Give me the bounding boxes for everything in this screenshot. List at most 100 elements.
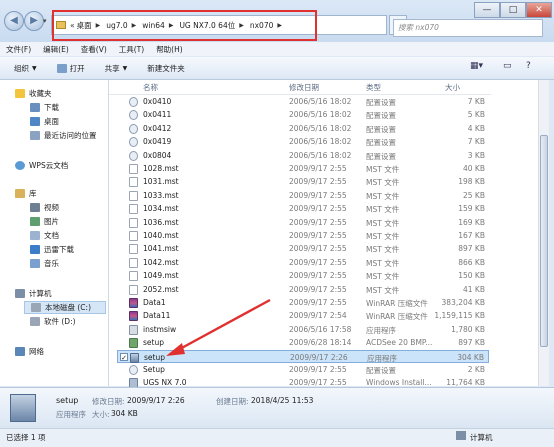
table-row[interactable]: 0x0411 2006/5/16 18:02 配置设置 5 KB [117, 108, 489, 121]
nav-favorites[interactable]: 收藏夹 [15, 88, 52, 99]
document-icon [30, 231, 40, 240]
nav-xunlei[interactable]: 迅雷下载 [30, 244, 74, 255]
table-row[interactable]: instmsiw 2006/5/16 17:58 应用程序 1,780 KB [117, 323, 489, 336]
open-button[interactable]: 打开 [56, 63, 85, 74]
table-row[interactable]: Setup 2009/9/17 2:55 配置设置 2 KB [117, 363, 489, 376]
breadcrumb-win64[interactable]: win64 ▶ [142, 21, 177, 30]
nav-downloads[interactable]: 下载 [30, 102, 59, 113]
detail-created-value: 2018/4/25 11:53 [251, 396, 314, 405]
file-size: 159 KB [458, 204, 485, 214]
column-name[interactable]: 名称 [143, 82, 158, 93]
breadcrumb-ugnx70[interactable]: UG NX7.0 64位 ▶ [179, 20, 247, 31]
table-row[interactable]: 0x0412 2006/5/16 18:02 配置设置 4 KB [117, 122, 489, 135]
nav-music[interactable]: 音乐 [30, 258, 59, 269]
new-folder-button[interactable]: 新建文件夹 [147, 63, 185, 74]
file-size: 3 KB [467, 150, 485, 160]
nav-desktop[interactable]: 桌面 [30, 116, 59, 127]
file-date: 2006/5/16 18:02 [289, 137, 352, 147]
nav-wps-cloud[interactable]: WPS云文档 [15, 160, 68, 171]
table-row[interactable]: 1033.mst 2009/9/17 2:55 MST 文件 25 KB [117, 189, 489, 202]
file-type: 应用程序 [367, 353, 397, 363]
file-date: 2009/9/17 2:55 [289, 177, 347, 187]
table-row[interactable]: 1034.mst 2009/9/17 2:55 MST 文件 159 KB [117, 202, 489, 215]
vertical-scrollbar[interactable] [538, 80, 549, 386]
search-input[interactable]: 搜索 nx070 [393, 19, 543, 37]
table-row[interactable]: 1036.mst 2009/9/17 2:55 MST 文件 169 KB [117, 216, 489, 229]
file-size: 897 KB [458, 338, 485, 348]
nav-network[interactable]: 网络 [15, 346, 44, 357]
back-button[interactable]: ◀ [4, 11, 24, 31]
table-row[interactable]: setup 2009/6/28 18:14 ACDSee 20 BMP... 897 … [117, 336, 489, 349]
table-row[interactable]: 1028.mst 2009/9/17 2:55 MST 文件 40 KB [117, 162, 489, 175]
nav-documents[interactable]: 文档 [30, 230, 59, 241]
file-name: 1041.mst [143, 244, 179, 254]
column-size[interactable]: 大小 [445, 82, 460, 93]
file-size: 198 KB [458, 177, 485, 187]
minimize-button[interactable]: — [474, 2, 500, 18]
file-icon [129, 164, 138, 174]
menu-file[interactable]: 文件(F) [0, 44, 37, 55]
breadcrumb-overflow[interactable]: « [70, 21, 75, 30]
view-options-icon[interactable]: ▦▾ [470, 61, 483, 75]
column-type[interactable]: 类型 [366, 82, 381, 93]
file-date: 2009/9/17 2:55 [289, 204, 347, 214]
file-type: MST 文件 [366, 205, 400, 215]
file-icon [129, 217, 138, 228]
forward-arrow-icon: ▶ [30, 15, 38, 26]
table-row[interactable]: 0x0419 2006/5/16 18:02 配置设置 7 KB [117, 135, 489, 148]
drive-icon [31, 303, 41, 312]
table-row[interactable]: 1040.mst 2009/9/17 2:55 MST 文件 167 KB [117, 229, 489, 242]
desktop-icon [30, 117, 40, 126]
music-icon [30, 259, 40, 268]
breadcrumb-nx070[interactable]: nx070 ▶ [250, 21, 286, 30]
breadcrumb-ug70[interactable]: ug7.0 ▶ [106, 21, 140, 30]
nav-recent[interactable]: 最近访问的位置 [30, 130, 97, 141]
forward-button[interactable]: ▶ [24, 11, 44, 31]
nav-local-disk-c[interactable]: 本地磁盘 (C:) [24, 301, 106, 314]
row-checkbox[interactable]: ✓ [120, 352, 128, 362]
help-icon[interactable]: ? [526, 61, 531, 75]
file-size: 383,204 KB [441, 298, 485, 307]
menu-view[interactable]: 查看(V) [75, 44, 113, 55]
close-button[interactable]: ✕ [526, 2, 552, 18]
maximize-button[interactable]: □ [500, 2, 526, 18]
table-row-selected[interactable]: ✓ setup 2009/9/17 2:26 应用程序 304 KB [117, 349, 489, 363]
explorer-window: — □ ✕ ◀ ▶ ▾ « 桌面 ▶ ug7.0 ▶ win64 ▶ UG NX7.0… [0, 0, 554, 447]
file-icon [129, 271, 138, 282]
file-name: 0x0412 [143, 123, 172, 133]
file-size: 41 KB [463, 284, 485, 294]
table-row[interactable]: 0x0804 2006/5/16 18:02 配置设置 3 KB [117, 149, 489, 162]
nav-videos[interactable]: 视频 [30, 202, 59, 213]
detail-name: setup [56, 396, 79, 405]
table-row[interactable]: Data1 2009/9/17 2:55 WinRAR 压缩文件 383,204 KB [117, 296, 489, 309]
file-date: 2009/9/17 2:55 [289, 271, 347, 281]
menu-help[interactable]: 帮助(H) [150, 44, 189, 55]
nav-libraries[interactable]: 库 [15, 188, 37, 199]
nav-software-d[interactable]: 软件 (D:) [30, 316, 76, 327]
history-dropdown-icon[interactable]: ▾ [43, 17, 47, 25]
organize-button[interactable]: 组织 ▼ [14, 63, 37, 74]
table-row[interactable]: Data11 2009/9/17 2:54 WinRAR 压缩文件 1,159,115… [117, 309, 489, 322]
table-row[interactable]: 2052.mst 2009/9/17 2:55 MST 文件 41 KB [117, 283, 489, 296]
table-row[interactable]: 0x0410 2006/5/16 18:02 配置设置 7 KB [117, 95, 489, 108]
table-row[interactable]: 1041.mst 2009/9/17 2:55 MST 文件 897 KB [117, 242, 489, 255]
column-date[interactable]: 修改日期 [289, 82, 319, 93]
scrollbar-thumb[interactable] [540, 135, 548, 347]
file-size: 897 KB [458, 244, 485, 254]
address-bar[interactable]: « 桌面 ▶ ug7.0 ▶ win64 ▶ UG NX7.0 64位 ▶ nx070 ▶ [51, 15, 387, 35]
file-type: MST 文件 [366, 178, 400, 188]
breadcrumb-desktop[interactable]: 桌面 ▶ [77, 20, 105, 31]
menu-edit[interactable]: 编辑(E) [37, 44, 75, 55]
file-size: 304 KB [457, 352, 484, 362]
table-row[interactable]: 1042.mst 2009/9/17 2:55 MST 文件 866 KB [117, 256, 489, 269]
table-row[interactable]: 1049.mst 2009/9/17 2:55 MST 文件 150 KB [117, 269, 489, 282]
config-icon [129, 123, 138, 134]
menu-tools[interactable]: 工具(T) [113, 44, 150, 55]
file-type: MST 文件 [366, 165, 400, 174]
nav-computer[interactable]: 计算机 [15, 288, 52, 299]
nav-pictures[interactable]: 图片 [30, 216, 59, 227]
file-date: 2006/5/16 17:58 [289, 324, 352, 334]
table-row[interactable]: 1031.mst 2009/9/17 2:55 MST 文件 198 KB [117, 175, 489, 188]
share-button[interactable]: 共享 ▼ [105, 63, 128, 74]
preview-pane-icon[interactable]: ▭ [503, 61, 512, 75]
